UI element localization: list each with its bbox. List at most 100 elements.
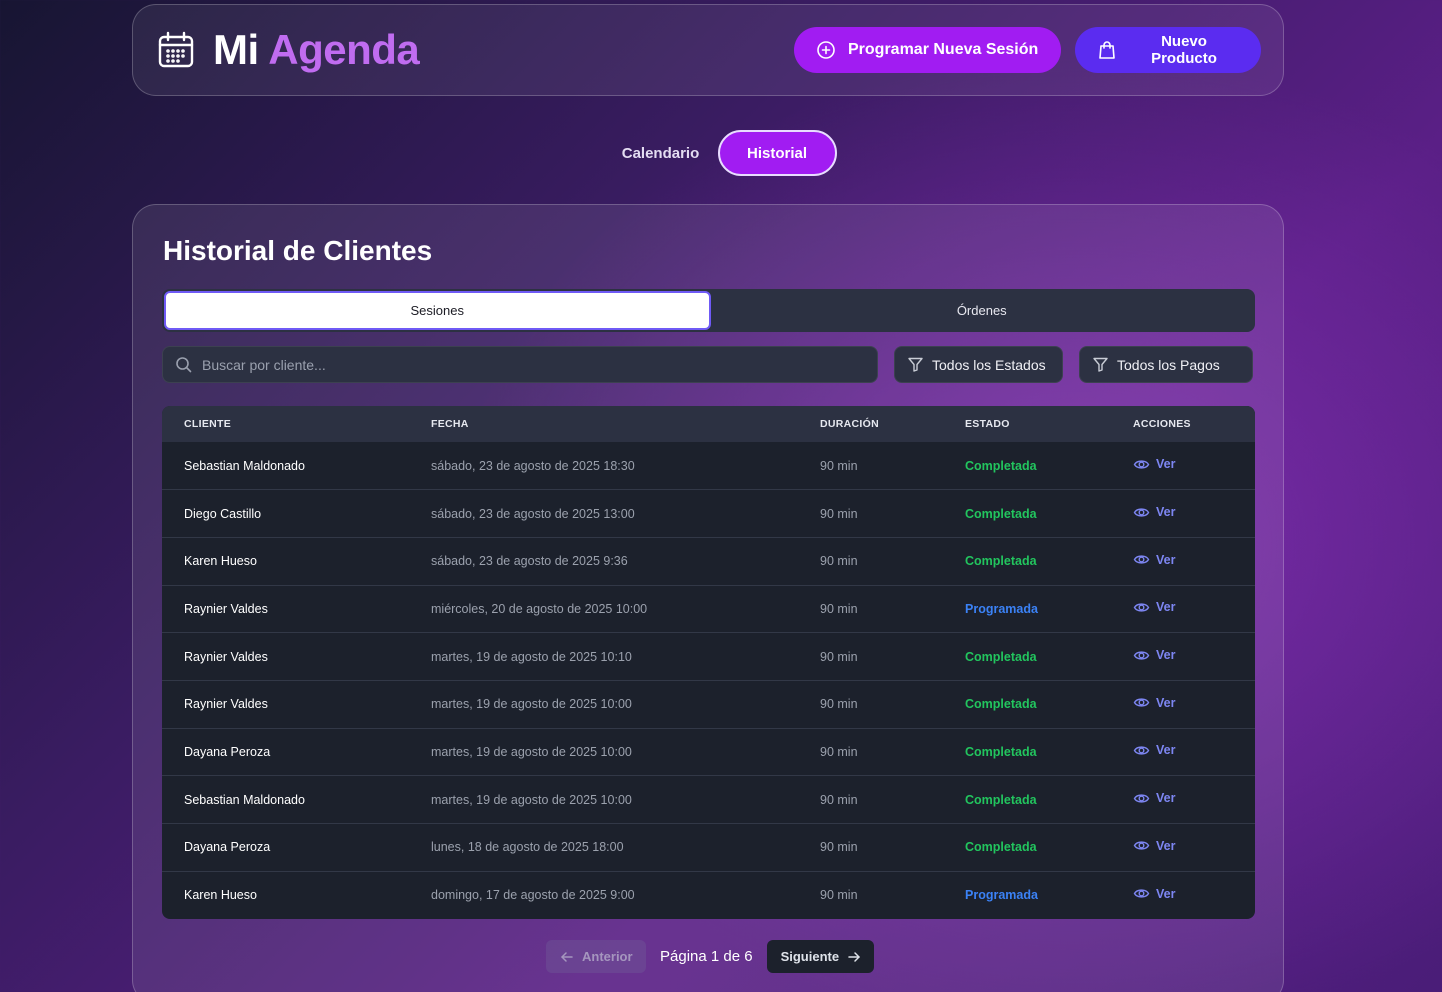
eye-icon (1133, 504, 1150, 521)
date-cell: martes, 19 de agosto de 2025 10:00 (431, 744, 632, 759)
view-label: Ver (1156, 838, 1176, 853)
duration-cell: 90 min (820, 554, 858, 569)
search-icon (175, 356, 192, 373)
view-session-link[interactable]: Ver (1133, 837, 1175, 854)
duration-cell: 90 min (820, 888, 858, 903)
next-page-button[interactable]: Siguiente (766, 940, 874, 973)
subtab-sesiones[interactable]: Sesiones (164, 291, 711, 330)
search-box (162, 346, 878, 383)
filter-icon (907, 356, 924, 373)
status-cell: Completada (965, 792, 1037, 807)
eye-icon (1133, 551, 1150, 568)
view-label: Ver (1156, 552, 1176, 567)
schedule-session-label: Programar Nueva Sesión (848, 41, 1039, 58)
calendar-icon (157, 31, 195, 69)
table-row: Raynier Valdes miércoles, 20 de agosto de… (162, 585, 1255, 633)
view-label: Ver (1156, 457, 1176, 472)
search-input[interactable] (202, 356, 852, 373)
duration-cell: 90 min (820, 744, 858, 759)
eye-icon (1133, 790, 1150, 807)
actions-cell: Ver (1111, 871, 1255, 919)
view-session-link[interactable]: Ver (1133, 504, 1175, 521)
view-session-link[interactable]: Ver (1133, 647, 1175, 664)
client-name-cell: Karen Hueso (184, 888, 257, 903)
actions-cell: Ver (1111, 633, 1255, 681)
status-cell: Programada (965, 888, 1038, 903)
filter-icon (1092, 356, 1109, 373)
history-subtabs: Sesiones Órdenes (162, 289, 1255, 332)
eye-icon (1133, 885, 1150, 902)
actions-cell: Ver (1111, 680, 1255, 728)
column-header-duracion[interactable]: DURACIÓN (798, 406, 943, 442)
view-label: Ver (1156, 886, 1176, 901)
eye-icon (1133, 647, 1150, 664)
app-title-word-1: Mi (213, 26, 259, 73)
eye-icon (1133, 599, 1150, 616)
status-cell: Completada (965, 840, 1037, 855)
duration-cell: 90 min (820, 840, 858, 855)
arrow-left-icon (560, 950, 574, 964)
status-filter-select[interactable]: Todos los Estados (894, 346, 1063, 383)
panel-title: Historial de Clientes (163, 235, 433, 266)
column-header-fecha[interactable]: FECHA (409, 406, 798, 442)
status-cell: Completada (965, 744, 1037, 759)
tab-calendario[interactable]: Calendario (606, 130, 716, 176)
view-tabs: Calendario Historial (0, 130, 1442, 176)
eye-icon (1133, 694, 1150, 711)
sessions-table-container: CLIENTE FECHA DURACIÓN ESTADO ACCIONES S… (162, 406, 1255, 919)
arrow-right-icon (847, 950, 861, 964)
client-name-cell: Karen Hueso (184, 554, 257, 569)
actions-cell: Ver (1111, 728, 1255, 776)
date-cell: martes, 19 de agosto de 2025 10:00 (431, 792, 632, 807)
duration-cell: 90 min (820, 458, 858, 473)
table-row: Raynier Valdes martes, 19 de agosto de 20… (162, 632, 1255, 681)
view-session-link[interactable]: Ver (1133, 551, 1175, 568)
sessions-table: CLIENTE FECHA DURACIÓN ESTADO ACCIONES S… (162, 406, 1255, 919)
tab-historial[interactable]: Historial (717, 130, 837, 176)
view-session-link[interactable]: Ver (1133, 742, 1175, 759)
view-label: Ver (1156, 743, 1176, 758)
duration-cell: 90 min (820, 792, 858, 807)
date-cell: domingo, 17 de agosto de 2025 9:00 (431, 888, 635, 903)
actions-cell: Ver (1111, 442, 1255, 490)
view-session-link[interactable]: Ver (1133, 599, 1175, 616)
payment-filter-select[interactable]: Todos los Pagos (1079, 346, 1253, 383)
table-row: Sebastian Maldonado martes, 19 de agosto … (162, 775, 1255, 824)
new-product-label: Nuevo Producto (1151, 33, 1217, 67)
status-cell: Completada (965, 506, 1037, 521)
previous-page-label: Anterior (582, 949, 633, 964)
client-name-cell: Sebastian Maldonado (184, 458, 305, 473)
column-header-cliente[interactable]: CLIENTE (162, 406, 409, 442)
table-row: Dayana Peroza martes, 19 de agosto de 202… (162, 728, 1255, 776)
status-cell: Completada (965, 554, 1037, 569)
new-product-button[interactable]: Nuevo Producto (1075, 27, 1261, 73)
view-session-link[interactable]: Ver (1133, 694, 1175, 711)
view-session-link[interactable]: Ver (1133, 456, 1175, 473)
pagination: Anterior Página 1 de 6 Siguiente (546, 940, 874, 973)
status-cell: Programada (965, 601, 1038, 616)
actions-cell: Ver (1111, 537, 1255, 585)
subtab-ordenes[interactable]: Órdenes (711, 291, 1254, 330)
eye-icon (1133, 742, 1150, 759)
header-actions: Programar Nueva Sesión Nuevo Producto (794, 27, 1261, 73)
app-title-word-2: Agenda (268, 26, 420, 73)
column-header-estado[interactable]: ESTADO (943, 406, 1111, 442)
schedule-session-button[interactable]: Programar Nueva Sesión (794, 27, 1061, 73)
view-session-link[interactable]: Ver (1133, 885, 1175, 902)
page-indicator: Página 1 de 6 (660, 948, 753, 965)
client-name-cell: Raynier Valdes (184, 649, 268, 664)
previous-page-button[interactable]: Anterior (546, 940, 646, 973)
duration-cell: 90 min (820, 697, 858, 712)
brand: Mi Agenda (157, 26, 420, 73)
view-session-link[interactable]: Ver (1133, 790, 1175, 807)
column-header-acciones: ACCIONES (1133, 418, 1191, 430)
actions-cell: Ver (1111, 490, 1255, 538)
client-name-cell: Raynier Valdes (184, 601, 268, 616)
view-label: Ver (1156, 505, 1176, 520)
table-row: Diego Castillo sábado, 23 de agosto de 20… (162, 489, 1255, 538)
next-page-label: Siguiente (780, 949, 840, 964)
duration-cell: 90 min (820, 506, 858, 521)
table-row: Karen Hueso domingo, 17 de agosto de 2025… (162, 871, 1255, 919)
client-name-cell: Dayana Peroza (184, 840, 271, 855)
eye-icon (1133, 837, 1150, 854)
